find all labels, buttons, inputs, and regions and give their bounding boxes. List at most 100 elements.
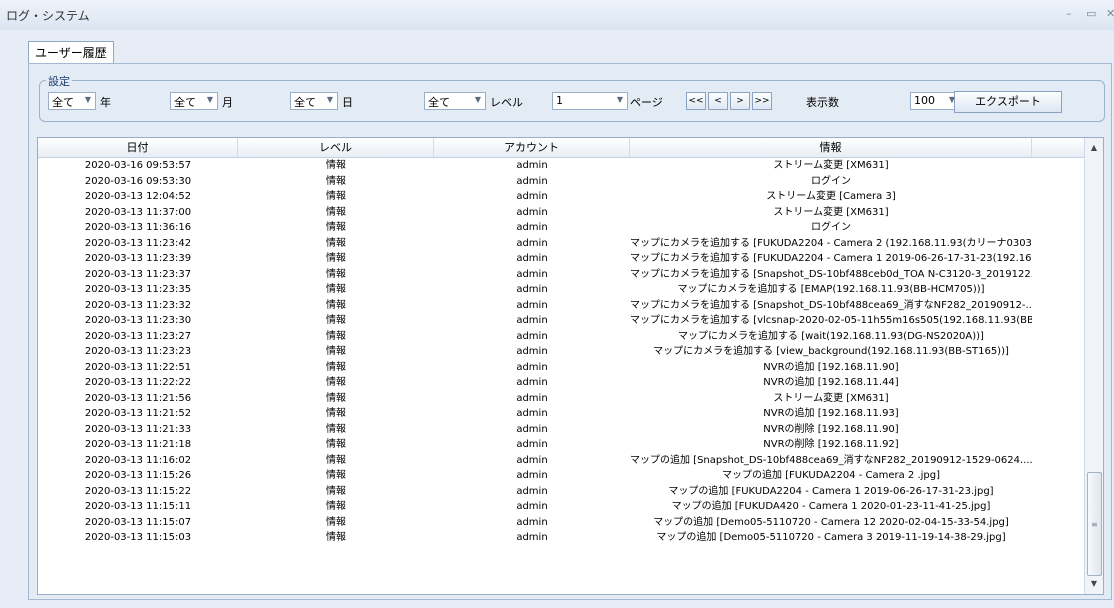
cell-account: admin xyxy=(516,160,548,171)
cell-date: 2020-03-13 11:21:52 xyxy=(84,408,192,419)
column-header-account[interactable]: アカウント xyxy=(434,138,630,157)
cell-level: 情報 xyxy=(326,284,346,295)
tab-bar: ユーザー履歴 xyxy=(28,41,114,64)
cell-info: マップの追加 [FUKUDA2204 - Camera 1 2019-06-26… xyxy=(668,485,994,497)
maximize-button[interactable]: ▭ xyxy=(1086,7,1096,20)
year-label: 年 xyxy=(100,96,111,109)
export-button[interactable]: エクスポート xyxy=(954,91,1062,113)
level-select[interactable]: 全て ▼ xyxy=(424,92,486,110)
cell-account: admin xyxy=(516,253,548,264)
cell-level: 情報 xyxy=(326,268,346,280)
column-header-date[interactable]: 日付 xyxy=(38,138,238,157)
table-row[interactable]: 2020-03-13 11:21:52 情報 admin NVRの追加 [192.16… xyxy=(38,406,1084,422)
cell-level: 情報 xyxy=(326,377,346,388)
cell-account: admin xyxy=(516,284,548,295)
cell-date: 2020-03-13 11:23:35 xyxy=(84,284,192,295)
cell-date: 2020-03-13 11:21:18 xyxy=(84,439,192,450)
day-select[interactable]: 全て ▼ xyxy=(290,92,338,110)
cell-info: ストリーム変更 [XM631] xyxy=(773,206,889,218)
table-body: 2020-03-16 09:53:57 情報 admin ストリーム変更 [XM631… xyxy=(38,158,1084,546)
table-row[interactable]: 2020-03-13 11:15:07 情報 admin マップの追加 [Demo05… xyxy=(38,515,1084,531)
chevron-down-icon: ▼ xyxy=(206,95,213,104)
cell-account: admin xyxy=(516,485,548,497)
cell-date: 2020-03-13 11:15:03 xyxy=(84,532,192,543)
cell-info: マップにカメラを追加する [wait(192.168.11.93(DG-NS20… xyxy=(678,330,984,342)
table-row[interactable]: 2020-03-16 09:53:57 情報 admin ストリーム変更 [XM631… xyxy=(38,158,1084,174)
table-row[interactable]: 2020-03-13 11:15:03 情報 admin マップの追加 [Demo05… xyxy=(38,530,1084,546)
cell-info: マップにカメラを追加する [Snapshot_DS-10bf488ceb0d_T… xyxy=(630,268,1032,280)
cell-info: NVRの追加 [192.168.11.44] xyxy=(763,377,899,388)
column-header-level[interactable]: レベル xyxy=(238,138,434,157)
table-row[interactable]: 2020-03-13 11:23:23 情報 admin マップにカメラを追加する [… xyxy=(38,344,1084,360)
tab-user-history[interactable]: ユーザー履歴 xyxy=(28,41,114,64)
cell-date: 2020-03-13 11:15:07 xyxy=(84,516,192,528)
window-title: ログ・システム xyxy=(6,9,90,23)
vertical-scrollbar[interactable]: ▲ ≡ ▼ xyxy=(1084,138,1103,594)
day-label: 日 xyxy=(342,96,353,109)
table-row[interactable]: 2020-03-13 11:23:37 情報 admin マップにカメラを追加する [… xyxy=(38,267,1084,283)
grip-icon: ≡ xyxy=(1091,520,1098,529)
month-select[interactable]: 全て ▼ xyxy=(170,92,218,110)
table-row[interactable]: 2020-03-13 11:37:00 情報 admin ストリーム変更 [XM631… xyxy=(38,205,1084,221)
scroll-thumb[interactable]: ≡ xyxy=(1087,472,1102,576)
cell-date: 2020-03-13 11:22:22 xyxy=(84,377,192,388)
table-row[interactable]: 2020-03-13 11:16:02 情報 admin マップの追加 [Snapsh… xyxy=(38,453,1084,469)
cell-date: 2020-03-13 11:36:16 xyxy=(84,222,192,233)
table-row[interactable]: 2020-03-13 11:21:18 情報 admin NVRの削除 [192.16… xyxy=(38,437,1084,453)
month-value: 全て xyxy=(174,96,196,109)
last-page-button[interactable]: >> xyxy=(752,92,772,110)
table-row[interactable]: 2020-03-13 11:15:22 情報 admin マップの追加 [FUKUDA… xyxy=(38,484,1084,500)
column-header-info[interactable]: 情報 xyxy=(630,138,1032,157)
table-row[interactable]: 2020-03-13 11:23:35 情報 admin マップにカメラを追加する [… xyxy=(38,282,1084,298)
cell-level: 情報 xyxy=(326,175,346,187)
table-row[interactable]: 2020-03-13 11:23:32 情報 admin マップにカメラを追加する [… xyxy=(38,298,1084,314)
cell-level: 情報 xyxy=(326,191,346,202)
cell-account: admin xyxy=(516,532,548,543)
cell-account: admin xyxy=(516,408,548,419)
table-row[interactable]: 2020-03-13 11:21:56 情報 admin ストリーム変更 [XM631… xyxy=(38,391,1084,407)
table-row[interactable]: 2020-03-13 11:36:16 情報 admin ログイン xyxy=(38,220,1084,236)
count-label: 表示数 xyxy=(806,96,839,109)
table-row[interactable]: 2020-03-13 11:23:39 情報 admin マップにカメラを追加する [… xyxy=(38,251,1084,267)
table-row[interactable]: 2020-03-13 11:15:26 情報 admin マップの追加 [FUKUDA… xyxy=(38,468,1084,484)
table-row[interactable]: 2020-03-13 11:23:27 情報 admin マップにカメラを追加する [… xyxy=(38,329,1084,345)
next-page-button[interactable]: > xyxy=(730,92,750,110)
table-row[interactable]: 2020-03-13 11:15:11 情報 admin マップの追加 [FUKUDA… xyxy=(38,499,1084,515)
minimize-button[interactable]: – xyxy=(1066,7,1072,20)
cell-info: NVRの追加 [192.168.11.90] xyxy=(763,361,899,373)
cell-account: admin xyxy=(516,423,548,435)
settings-group: 設定 全て ▼ 年 全て ▼ 月 全て ▼ 日 全て ▼ レベル 1 ▼ ページ… xyxy=(39,73,1105,122)
cell-account: admin xyxy=(516,206,548,218)
prev-page-button[interactable]: < xyxy=(708,92,728,110)
count-select[interactable]: 100 ▼ xyxy=(910,92,960,110)
cell-account: admin xyxy=(516,346,548,357)
cell-info: マップにカメラを追加する [view_background(192.168.11… xyxy=(653,346,1009,357)
cell-info: ログイン xyxy=(811,175,851,187)
cell-account: admin xyxy=(516,299,548,311)
table-row[interactable]: 2020-03-13 11:23:30 情報 admin マップにカメラを追加する [… xyxy=(38,313,1084,329)
cell-info: ストリーム変更 [XM631] xyxy=(773,392,889,404)
scroll-up-icon[interactable]: ▲ xyxy=(1085,140,1103,156)
close-button[interactable]: ✕ xyxy=(1106,7,1114,20)
cell-date: 2020-03-13 11:23:32 xyxy=(84,299,192,311)
table-row[interactable]: 2020-03-13 11:22:51 情報 admin NVRの追加 [192.16… xyxy=(38,360,1084,376)
table-row[interactable]: 2020-03-13 12:04:52 情報 admin ストリーム変更 [Camer… xyxy=(38,189,1084,205)
cell-date: 2020-03-13 11:15:11 xyxy=(84,501,192,512)
cell-account: admin xyxy=(516,377,548,388)
chevron-down-icon: ▼ xyxy=(84,95,91,104)
year-select[interactable]: 全て ▼ xyxy=(48,92,96,110)
cell-level: 情報 xyxy=(326,439,346,450)
scroll-down-icon[interactable]: ▼ xyxy=(1085,576,1103,592)
cell-date: 2020-03-13 11:15:22 xyxy=(84,485,192,497)
level-value: 全て xyxy=(428,96,450,109)
table-row[interactable]: 2020-03-13 11:23:42 情報 admin マップにカメラを追加する [… xyxy=(38,236,1084,252)
table-row[interactable]: 2020-03-13 11:21:33 情報 admin NVRの削除 [192.16… xyxy=(38,422,1084,438)
cell-info: NVRの削除 [192.168.11.90] xyxy=(763,423,899,435)
count-value: 100 xyxy=(914,94,935,107)
table-row[interactable]: 2020-03-16 09:53:30 情報 admin ログイン xyxy=(38,174,1084,190)
cell-info: ストリーム変更 [XM631] xyxy=(773,160,889,171)
table-row[interactable]: 2020-03-13 11:22:22 情報 admin NVRの追加 [192.16… xyxy=(38,375,1084,391)
user-history-panel: 設定 全て ▼ 年 全て ▼ 月 全て ▼ 日 全て ▼ レベル 1 ▼ ページ… xyxy=(28,63,1112,600)
first-page-button[interactable]: << xyxy=(686,92,706,110)
page-select[interactable]: 1 ▼ xyxy=(552,92,628,110)
